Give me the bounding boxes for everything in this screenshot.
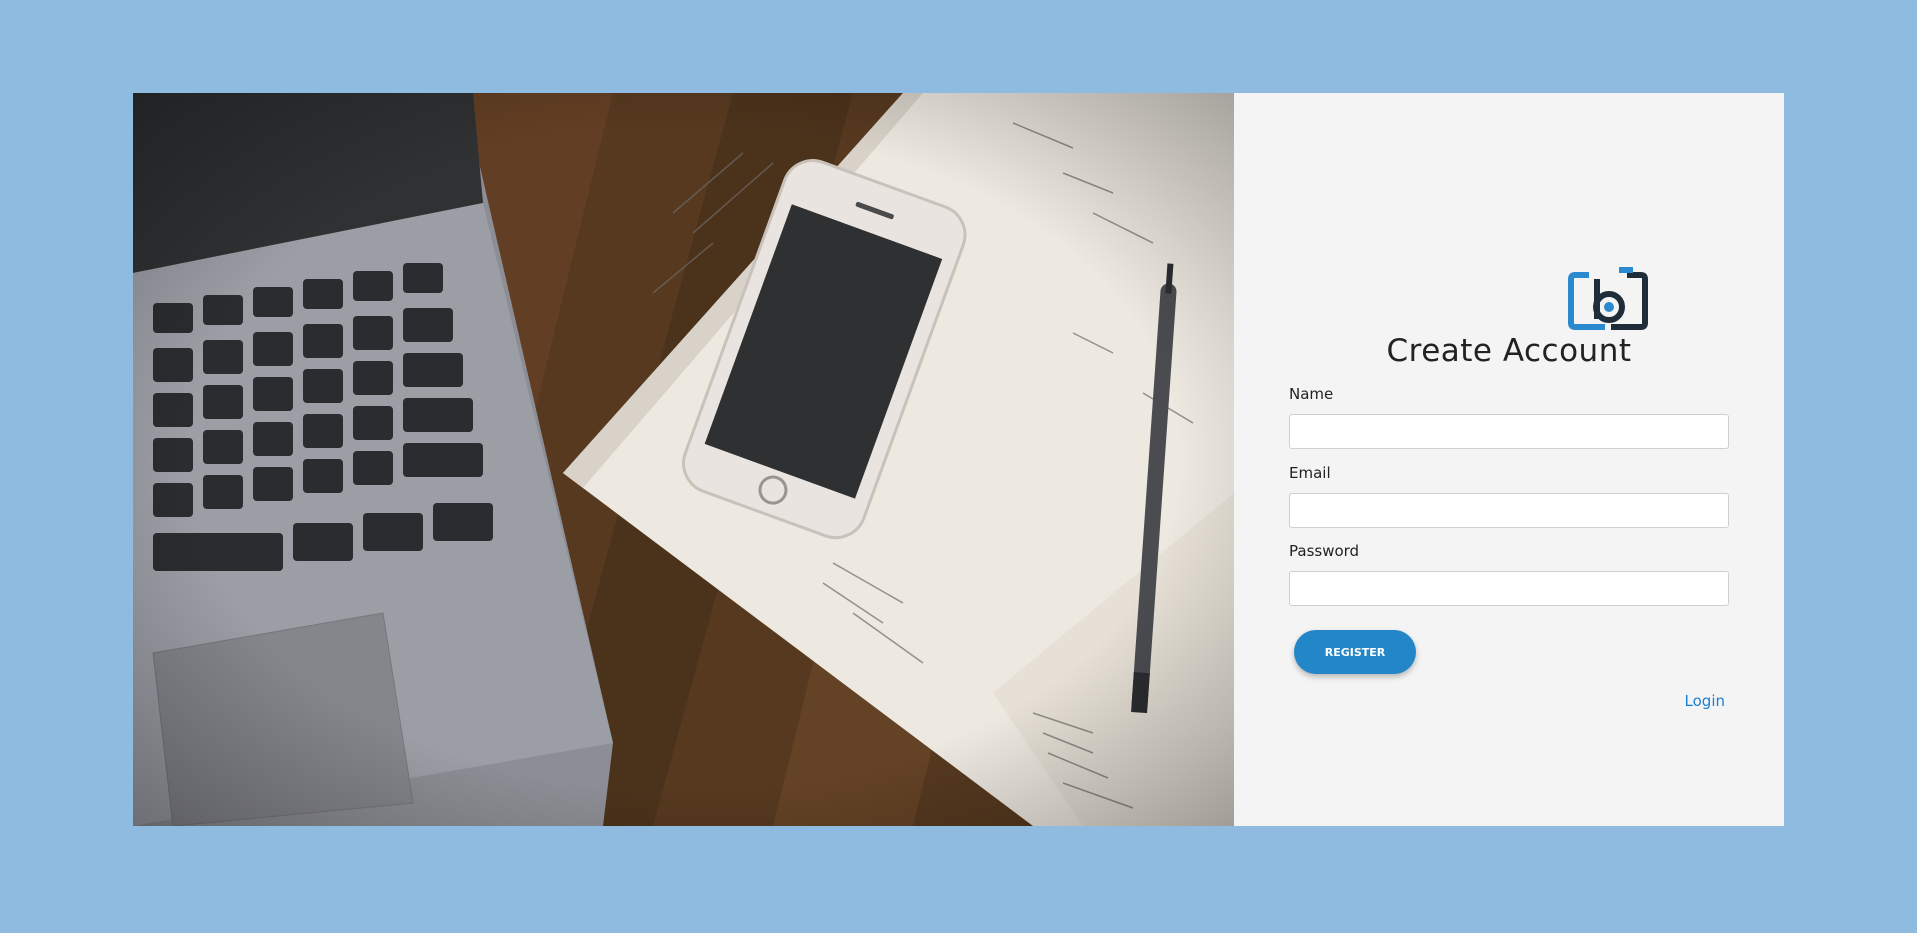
name-field[interactable] — [1289, 414, 1729, 449]
email-field[interactable] — [1289, 493, 1729, 528]
register-button[interactable]: REGISTER — [1294, 630, 1416, 674]
camera-b-logo-icon — [1568, 267, 1648, 330]
email-label: Email — [1289, 464, 1331, 482]
hero-photo — [133, 93, 1234, 826]
password-field[interactable] — [1289, 571, 1729, 606]
laptop-phone-notebook-photo — [133, 93, 1234, 826]
register-panel: Create Account Name Email Password REGIS… — [1234, 93, 1784, 826]
login-link[interactable]: Login — [1685, 692, 1725, 710]
register-card: Create Account Name Email Password REGIS… — [133, 93, 1784, 826]
password-label: Password — [1289, 542, 1360, 560]
name-label: Name — [1289, 385, 1334, 403]
page-title: Create Account — [1386, 333, 1632, 369]
